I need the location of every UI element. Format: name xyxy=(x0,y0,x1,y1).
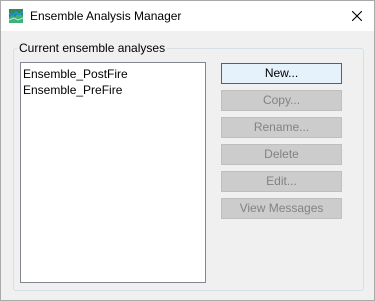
edit-button[interactable]: Edit... xyxy=(221,171,342,192)
copy-button[interactable]: Copy... xyxy=(221,90,342,111)
window-title: Ensemble Analysis Manager xyxy=(30,9,182,23)
list-item[interactable]: Ensemble_PreFire xyxy=(23,83,122,97)
new-button[interactable]: New... xyxy=(221,63,342,84)
rename-button[interactable]: Rename... xyxy=(221,117,342,138)
analyses-listbox[interactable]: Ensemble_PostFire Ensemble_PreFire xyxy=(20,62,206,283)
close-icon xyxy=(352,11,362,21)
list-item[interactable]: Ensemble_PostFire xyxy=(23,67,128,81)
close-button[interactable] xyxy=(347,7,367,25)
dialog-window: Ensemble Analysis Manager Current ensemb… xyxy=(0,0,375,301)
groupbox-label: Current ensemble analyses xyxy=(17,41,168,55)
app-logo-icon xyxy=(8,9,24,23)
view-messages-button[interactable]: View Messages xyxy=(221,198,342,219)
title-bar[interactable]: Ensemble Analysis Manager xyxy=(1,1,374,31)
delete-button[interactable]: Delete xyxy=(221,144,342,165)
